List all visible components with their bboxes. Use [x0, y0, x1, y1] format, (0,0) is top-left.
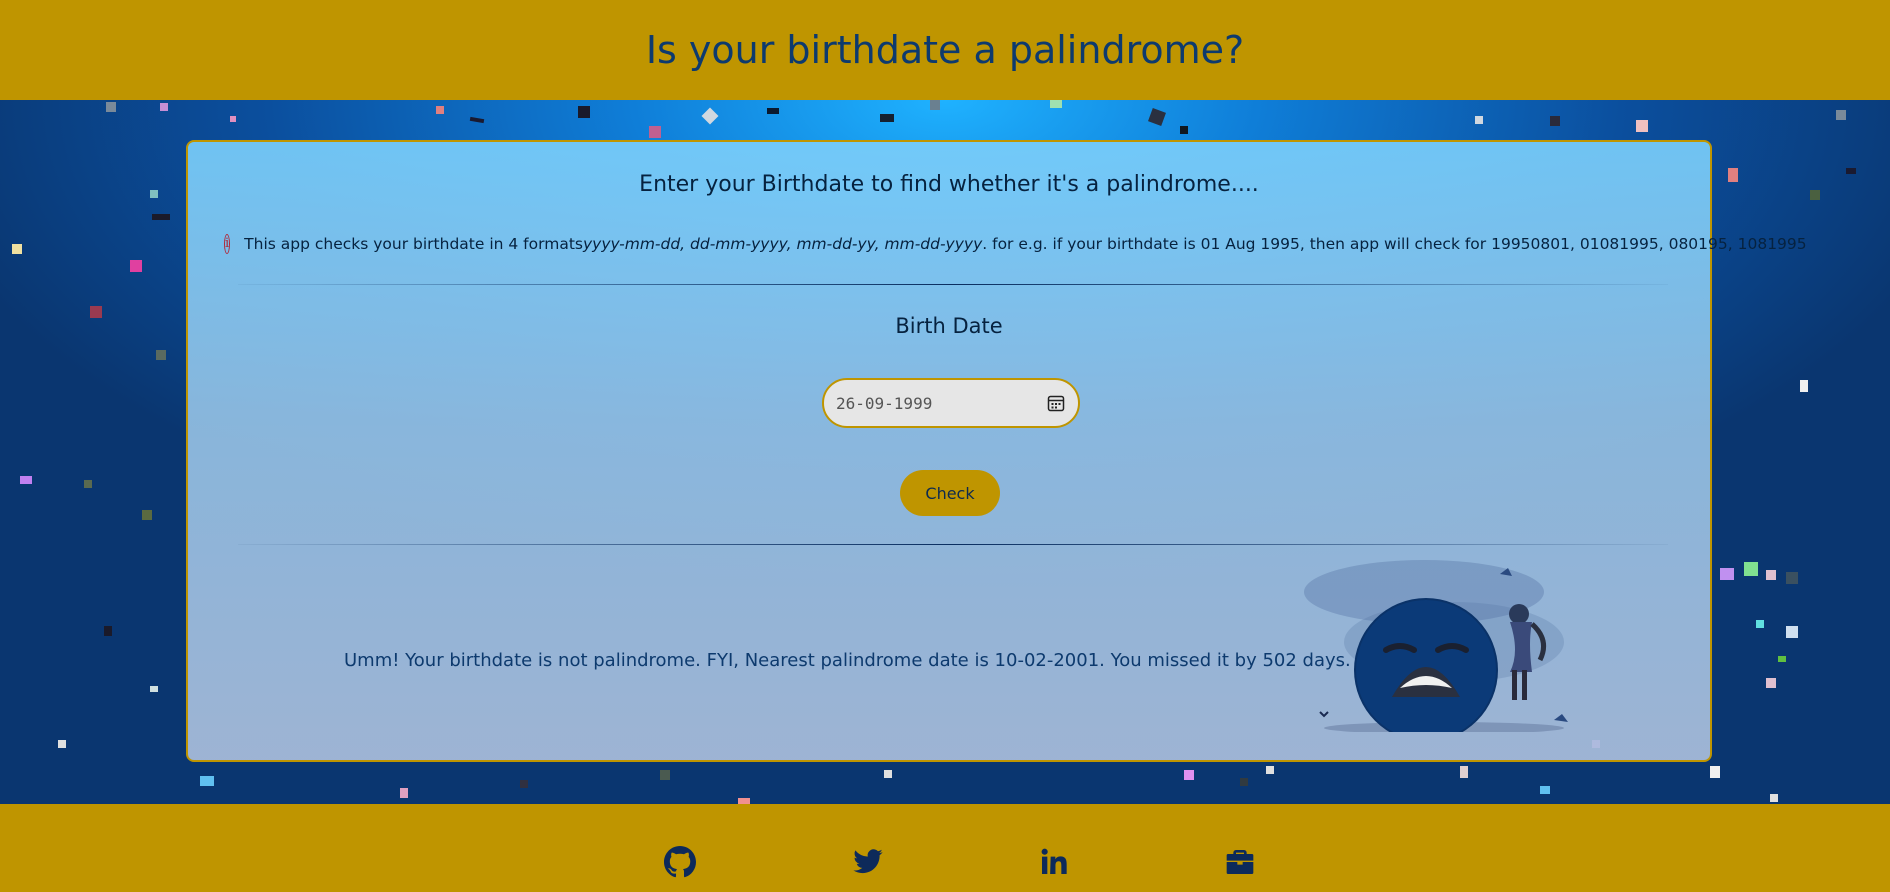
palindrome-card: Enter your Birthdate to find whether it'…	[186, 140, 1807, 762]
page-title: Is your birthdate a palindrome?	[645, 28, 1245, 72]
birth-date-value: 26-09-1999	[836, 393, 933, 413]
sad-girl-illustration	[1304, 560, 1568, 732]
header: Is your birthdate a palindrome?	[0, 0, 1890, 100]
github-icon[interactable]	[664, 846, 696, 878]
card-heading: Enter your Birthdate to find whether it'…	[639, 172, 1259, 197]
divider	[238, 544, 1668, 545]
birth-date-label: Birth Date	[895, 314, 1003, 338]
linkedin-icon[interactable]	[1038, 846, 1070, 878]
info-suffix: . for e.g. if your birthdate is 01 Aug 1…	[982, 235, 1807, 253]
info-formats: yyyy-mm-dd, dd-mm-yyyy, mm-dd-yy, mm-dd-…	[582, 235, 983, 253]
result-message: Umm! Your birthdate is not palindrome. F…	[344, 650, 1351, 671]
confetti-background: Enter your Birthdate to find whether it'…	[0, 100, 1890, 804]
info-circle-icon: i	[224, 234, 231, 254]
divider	[238, 284, 1668, 285]
birth-date-input[interactable]: 26-09-1999	[822, 378, 1080, 428]
check-button[interactable]: Check	[900, 470, 1000, 516]
footer	[0, 804, 1890, 892]
briefcase-icon[interactable]	[1224, 846, 1256, 878]
info-note: i This app checks your birthdate in 4 fo…	[224, 234, 1807, 254]
info-prefix: This app checks your birthdate in 4 form…	[244, 235, 583, 253]
twitter-icon[interactable]	[852, 846, 884, 878]
calendar-icon[interactable]	[1046, 393, 1066, 413]
